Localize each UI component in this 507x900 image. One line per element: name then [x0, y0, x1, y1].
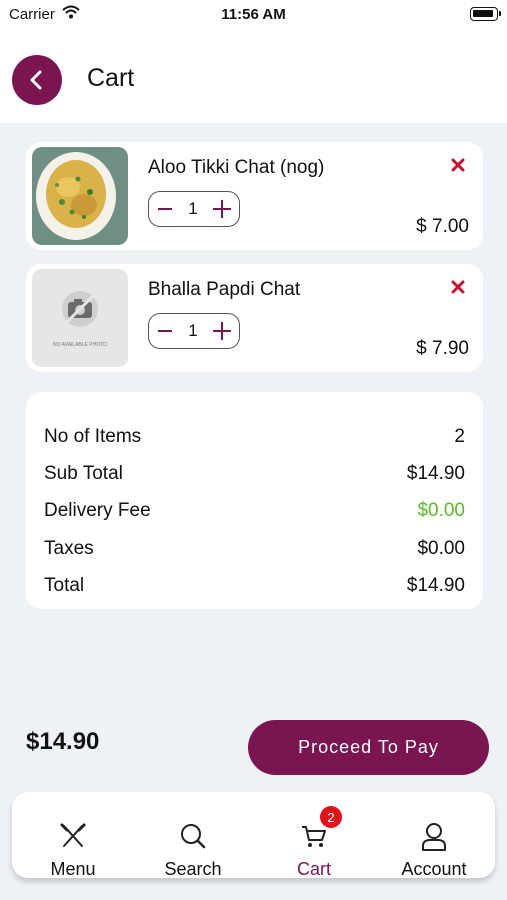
quantity-stepper: 1 — [148, 191, 240, 227]
back-button[interactable] — [12, 55, 62, 105]
remove-item-button[interactable] — [449, 278, 467, 296]
search-icon — [133, 822, 253, 852]
no-photo-label: NO AVAILABLE PHOTO — [53, 342, 107, 348]
tab-bar: Menu Search Cart 2 Account — [12, 792, 495, 879]
summary-row-total: Total $14.90 — [44, 575, 465, 597]
chevron-left-icon — [30, 70, 42, 90]
summary-value: $0.00 — [417, 538, 465, 559]
page-title: Cart — [87, 64, 135, 92]
tab-account[interactable]: Account — [374, 792, 494, 879]
order-summary: No of Items 2 Sub Total $14.90 Delivery … — [26, 392, 483, 609]
tab-label: Menu — [50, 859, 96, 879]
header: Cart — [0, 30, 507, 123]
plus-icon[interactable] — [211, 320, 233, 342]
summary-label: Delivery Fee — [44, 500, 151, 521]
tab-label: Search — [164, 859, 222, 879]
summary-value: 2 — [454, 426, 465, 447]
item-price: $ 7.00 — [416, 216, 469, 237]
item-image — [32, 147, 128, 245]
battery-icon — [470, 7, 501, 21]
cart-item: Aloo Tikki Chat (nog) 1 $ 7.00 — [26, 142, 483, 250]
remove-item-button[interactable] — [449, 156, 467, 174]
tab-label: Account — [401, 859, 467, 879]
summary-row-taxes: Taxes $0.00 — [44, 538, 465, 560]
quantity-value: 1 — [188, 199, 198, 218]
item-image-placeholder: NO AVAILABLE PHOTO — [32, 269, 128, 367]
minus-icon[interactable] — [155, 321, 175, 341]
summary-value: $14.90 — [406, 463, 465, 484]
summary-value: $14.90 — [406, 575, 465, 596]
proceed-to-pay-button[interactable]: Proceed To Pay — [248, 720, 489, 775]
cart-badge: 2 — [320, 806, 342, 828]
tab-menu[interactable]: Menu — [13, 792, 133, 879]
utensils-icon — [13, 822, 133, 852]
status-bar: Carrier 11:56 AM — [0, 0, 507, 30]
summary-value: $0.00 — [417, 500, 465, 521]
tab-label: Cart — [296, 859, 331, 879]
summary-label: Taxes — [44, 538, 94, 559]
summary-row-items: No of Items 2 — [44, 426, 465, 448]
item-name: Aloo Tikki Chat (nog) — [148, 157, 325, 178]
minus-icon[interactable] — [155, 199, 175, 219]
summary-row-subtotal: Sub Total $14.90 — [44, 463, 465, 485]
summary-label: Total — [44, 575, 85, 596]
quantity-stepper: 1 — [148, 313, 240, 349]
tab-cart[interactable]: Cart — [254, 792, 374, 879]
summary-label: Sub Total — [44, 463, 123, 484]
close-icon — [451, 280, 465, 294]
item-price: $ 7.90 — [416, 338, 469, 359]
tab-search[interactable]: Search — [133, 792, 253, 879]
summary-row-delivery: Delivery Fee $0.00 — [44, 500, 465, 522]
quantity-value: 1 — [188, 321, 198, 340]
total-amount: $14.90 — [26, 728, 100, 755]
no-photo-icon — [32, 269, 128, 367]
cart-icon — [254, 822, 374, 852]
summary-label: No of Items — [44, 426, 142, 447]
clock: 11:56 AM — [221, 6, 286, 23]
item-name: Bhalla Papdi Chat — [148, 279, 301, 300]
plus-icon[interactable] — [211, 198, 233, 220]
user-icon — [374, 822, 494, 852]
close-icon — [451, 158, 465, 172]
cart-item: NO AVAILABLE PHOTO Bhalla Papdi Chat 1 $… — [26, 264, 483, 372]
